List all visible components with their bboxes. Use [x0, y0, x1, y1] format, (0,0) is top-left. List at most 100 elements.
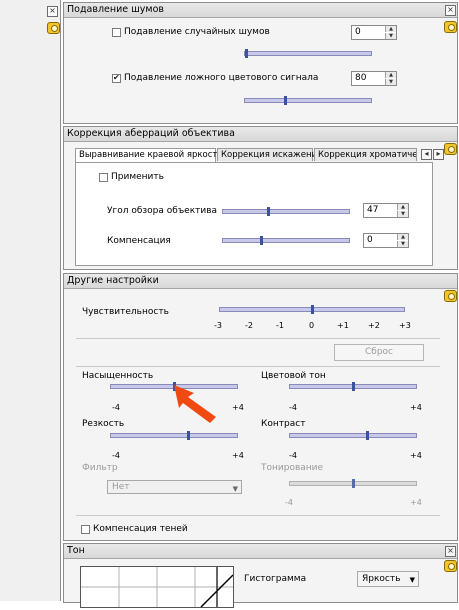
- reset-button[interactable]: Сброс: [334, 344, 424, 361]
- tab-content: Применить Угол обзора объектива 47 ▲ ▼ К…: [75, 162, 433, 266]
- tick-label: +2: [368, 321, 380, 330]
- false-color-slider[interactable]: [244, 96, 372, 105]
- spin-down-icon[interactable]: ▼: [397, 241, 408, 247]
- tab-chromatic[interactable]: Коррекция хроматичес: [314, 148, 417, 161]
- panel-title: Подавление шумов: [64, 3, 457, 18]
- divider: [76, 366, 440, 367]
- noise-reduction-panel: Подавление шумов × Подавление случайных …: [63, 2, 458, 124]
- tone-curve-grid: [81, 567, 234, 608]
- help-icon[interactable]: [444, 21, 457, 33]
- tick-label: -2: [245, 321, 253, 330]
- slider-thumb[interactable]: [284, 96, 287, 105]
- hue-label: Цветовой тон: [261, 371, 326, 381]
- apply-label: Применить: [111, 172, 164, 182]
- panel-title: Тон: [64, 544, 457, 559]
- filter-label: Фильтр: [82, 463, 118, 473]
- tone-curve-graph[interactable]: [80, 566, 234, 608]
- false-color-label: Подавление ложного цветового сигнала: [124, 73, 319, 83]
- help-icon[interactable]: [444, 560, 457, 572]
- spin-up-icon[interactable]: ▲: [385, 26, 396, 32]
- tick-label: -1: [276, 321, 284, 330]
- compensation-slider[interactable]: [222, 236, 350, 245]
- annotation-arrow-icon: [174, 385, 216, 423]
- sensitivity-slider[interactable]: [219, 305, 405, 314]
- compensation-input[interactable]: 0 ▲ ▼: [363, 233, 409, 248]
- channel-select[interactable]: Яркость ▼: [357, 571, 419, 587]
- tab-bar: Выравнивание краевой яркости Коррекция и…: [75, 148, 444, 162]
- hue-slider[interactable]: [289, 382, 417, 391]
- tab-distortion[interactable]: Коррекция искажений: [217, 148, 323, 161]
- min-label: -4: [289, 451, 297, 460]
- close-icon[interactable]: ×: [445, 5, 456, 16]
- other-settings-panel: Другие настройки Чувствительность -3 -2 …: [63, 273, 458, 541]
- min-label: -4: [289, 403, 297, 412]
- slider-thumb[interactable]: [352, 479, 355, 488]
- random-noise-label: Подавление случайных шумов: [124, 27, 270, 37]
- contrast-label: Контраст: [261, 419, 306, 429]
- tick-label: 0: [309, 321, 315, 330]
- saturation-label: Насыщенность: [82, 371, 154, 381]
- false-color-input[interactable]: 80 ▲ ▼: [351, 71, 397, 86]
- slider-thumb[interactable]: [366, 431, 369, 440]
- min-label: -4: [112, 451, 120, 460]
- random-noise-slider[interactable]: [244, 49, 372, 58]
- tone-panel: Тон × Гистограмма Яркость ▼: [63, 543, 458, 608]
- sharpness-label: Резкость: [82, 419, 125, 429]
- spin-up-icon[interactable]: ▲: [385, 72, 396, 78]
- divider: [76, 338, 440, 339]
- spin-up-icon[interactable]: ▲: [397, 204, 408, 210]
- tick-label: +1: [337, 321, 349, 330]
- lens-angle-label: Угол обзора объектива: [107, 206, 218, 216]
- contrast-slider[interactable]: [289, 431, 417, 440]
- max-label: +4: [232, 403, 244, 412]
- min-label: -4: [285, 498, 293, 507]
- panel-title: Другие настройки: [64, 274, 457, 289]
- chevron-down-icon: ▼: [409, 576, 415, 584]
- min-label: -4: [112, 403, 120, 412]
- help-icon[interactable]: [444, 290, 457, 302]
- divider: [76, 515, 440, 516]
- help-icon[interactable]: [47, 22, 60, 34]
- lens-angle-input[interactable]: 47 ▲ ▼: [363, 203, 409, 218]
- false-color-checkbox[interactable]: [112, 73, 121, 83]
- sensitivity-label: Чувствительность: [82, 307, 169, 317]
- slider-thumb[interactable]: [311, 305, 314, 314]
- tab-scroll-right-icon[interactable]: ▸: [433, 149, 444, 160]
- spin-down-icon[interactable]: ▼: [397, 211, 408, 217]
- left-side-panel: ×: [0, 0, 61, 601]
- slider-thumb[interactable]: [260, 236, 263, 245]
- tab-scroll-left-icon[interactable]: ◂: [421, 149, 432, 160]
- max-label: +4: [410, 498, 422, 507]
- slider-thumb[interactable]: [245, 49, 248, 58]
- tick-label: +3: [399, 321, 411, 330]
- chevron-down-icon: ▼: [232, 485, 238, 493]
- toning-slider[interactable]: [289, 479, 417, 488]
- max-label: +4: [410, 451, 422, 460]
- random-noise-input[interactable]: 0 ▲ ▼: [351, 25, 397, 40]
- lens-angle-slider[interactable]: [222, 207, 350, 216]
- filter-select[interactable]: Нет ▼: [107, 480, 242, 494]
- filter-value: Нет: [112, 482, 130, 492]
- spin-up-icon[interactable]: ▲: [397, 234, 408, 240]
- tick-label: -3: [214, 321, 222, 330]
- spin-down-icon[interactable]: ▼: [385, 33, 396, 39]
- shadow-compensation-label: Компенсация теней: [93, 524, 188, 534]
- panel-title: Коррекция аберраций объектива: [64, 127, 457, 142]
- toning-label: Тонирование: [261, 463, 324, 473]
- channel-value: Яркость: [362, 574, 401, 584]
- close-icon[interactable]: ×: [445, 546, 456, 557]
- slider-thumb[interactable]: [352, 382, 355, 391]
- slider-thumb[interactable]: [187, 431, 190, 440]
- compensation-label: Компенсация: [107, 236, 171, 246]
- tab-edge-brightness[interactable]: Выравнивание краевой яркости: [75, 148, 223, 162]
- sensitivity-ticks: -3 -2 -1 0 +1 +2 +3: [214, 321, 414, 331]
- apply-checkbox[interactable]: [99, 173, 108, 182]
- help-icon[interactable]: [444, 143, 457, 155]
- close-icon[interactable]: ×: [47, 6, 58, 17]
- sharpness-slider[interactable]: [110, 431, 238, 440]
- random-noise-checkbox[interactable]: [112, 28, 121, 37]
- spin-down-icon[interactable]: ▼: [385, 79, 396, 85]
- shadow-compensation-checkbox[interactable]: [81, 525, 90, 534]
- lens-aberration-panel: Коррекция аберраций объектива Выравниван…: [63, 126, 458, 270]
- slider-thumb[interactable]: [267, 207, 270, 216]
